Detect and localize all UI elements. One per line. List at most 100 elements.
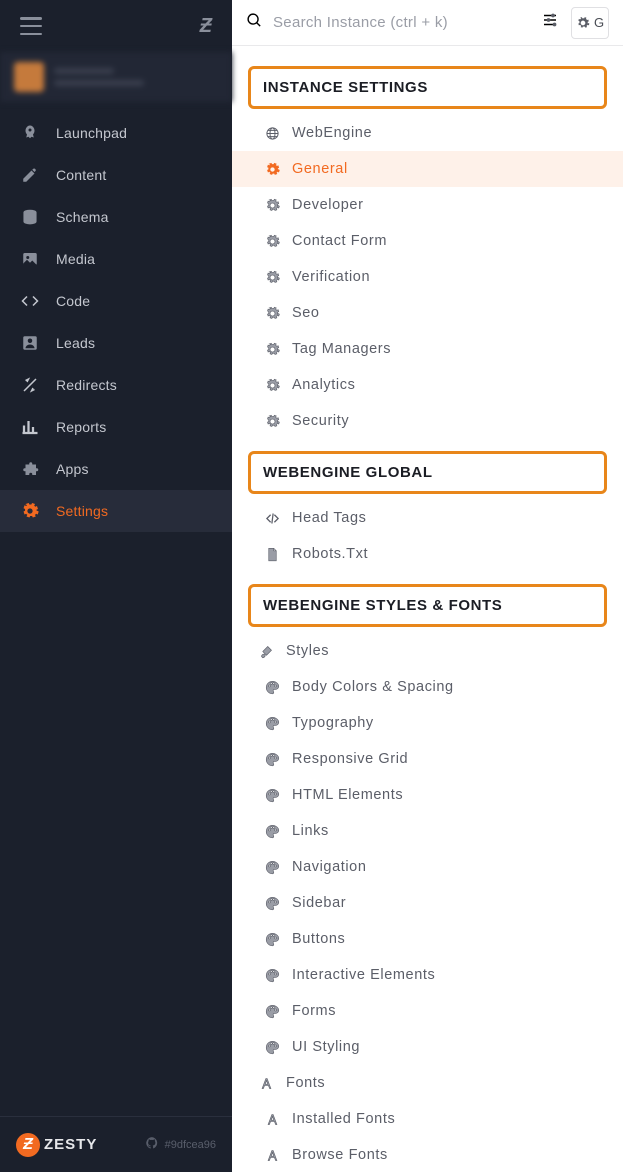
- menu-toggle-icon[interactable]: [20, 17, 42, 35]
- sidebar-item-reports[interactable]: Reports: [0, 406, 232, 448]
- profile-area[interactable]: [0, 52, 232, 102]
- sidebar-header: Ƶ: [0, 0, 232, 52]
- sidebar-item-leads[interactable]: Leads: [0, 322, 232, 364]
- section-title: INSTANCE SETTINGS: [263, 79, 428, 96]
- setting-item-label: Navigation: [292, 859, 367, 875]
- setting-item-label: Security: [292, 413, 349, 429]
- brush-icon: [258, 643, 274, 659]
- nav-label: Launchpad: [56, 125, 127, 141]
- puzzle-icon: [20, 459, 40, 479]
- sidebar-item-media[interactable]: Media: [0, 238, 232, 280]
- setting-item-navigation[interactable]: Navigation: [232, 849, 623, 885]
- rocket-icon: [20, 123, 40, 143]
- sidebar-item-redirects[interactable]: Redirects: [0, 364, 232, 406]
- setting-item-label: Developer: [292, 197, 364, 213]
- setting-item-label: Styles: [286, 643, 329, 659]
- palette-icon: [264, 715, 280, 731]
- globe-icon: [264, 125, 280, 141]
- sidebar-item-apps[interactable]: Apps: [0, 448, 232, 490]
- nav-items: Launchpad Content Schema Media Code Lead…: [0, 112, 232, 1116]
- settings-content: INSTANCE SETTINGS WebEngine General Develo…: [232, 46, 623, 1172]
- setting-item-links[interactable]: Links: [232, 813, 623, 849]
- brand[interactable]: Ƶ ZESTY: [16, 1133, 97, 1157]
- section-title: WEBENGINE GLOBAL: [263, 464, 433, 481]
- palette-icon: [264, 859, 280, 875]
- code-icon: [264, 510, 280, 526]
- settings-dropdown-button[interactable]: G: [571, 7, 609, 39]
- gear-icon: [264, 305, 280, 321]
- sidebar-item-code[interactable]: Code: [0, 280, 232, 322]
- sidebar-item-launchpad[interactable]: Launchpad: [0, 112, 232, 154]
- nav-label: Settings: [56, 503, 108, 519]
- palette-icon: [264, 1039, 280, 1055]
- setting-item-label: UI Styling: [292, 1039, 360, 1055]
- search-input[interactable]: [273, 14, 529, 31]
- setting-item-tag-managers[interactable]: Tag Managers: [232, 331, 623, 367]
- sidebar-item-schema[interactable]: Schema: [0, 196, 232, 238]
- palette-icon: [264, 895, 280, 911]
- nav-label: Code: [56, 293, 90, 309]
- setting-item-sidebar[interactable]: Sidebar: [232, 885, 623, 921]
- setting-item-installed-fonts[interactable]: Installed Fonts: [232, 1101, 623, 1137]
- commit-hash[interactable]: #9dfcea96: [145, 1136, 216, 1153]
- section-webengine-styles-fonts: WEBENGINE STYLES & FONTS: [248, 584, 607, 627]
- setting-item-forms[interactable]: Forms: [232, 993, 623, 1029]
- palette-icon: [264, 787, 280, 803]
- gear-icon: [264, 377, 280, 393]
- setting-item-developer[interactable]: Developer: [232, 187, 623, 223]
- commit-text: #9dfcea96: [165, 1139, 216, 1151]
- setting-item-interactive-elements[interactable]: Interactive Elements: [232, 957, 623, 993]
- main: G INSTANCE SETTINGS WebEngine General Deve…: [232, 0, 623, 1172]
- search-icon: [246, 12, 263, 34]
- gear-icon: [264, 269, 280, 285]
- setting-item-label: Responsive Grid: [292, 751, 408, 767]
- setting-item-label: General: [292, 161, 348, 177]
- search-wrap: [246, 12, 529, 34]
- setting-item-buttons[interactable]: Buttons: [232, 921, 623, 957]
- setting-item-analytics[interactable]: Analytics: [232, 367, 623, 403]
- sidebar-item-content[interactable]: Content: [0, 154, 232, 196]
- setting-item-body-colors-spacing[interactable]: Body Colors & Spacing: [232, 669, 623, 705]
- setting-item-label: Fonts: [286, 1075, 325, 1091]
- avatar: [14, 62, 44, 92]
- gear-icon: [264, 413, 280, 429]
- setting-item-html-elements[interactable]: HTML Elements: [232, 777, 623, 813]
- setting-item-ui-styling[interactable]: UI Styling: [232, 1029, 623, 1065]
- setting-item-responsive-grid[interactable]: Responsive Grid: [232, 741, 623, 777]
- setting-item-label: Seo: [292, 305, 320, 321]
- gear-icon: [264, 233, 280, 249]
- setting-item-styles[interactable]: Styles: [232, 633, 623, 669]
- setting-item-typography[interactable]: Typography: [232, 705, 623, 741]
- palette-icon: [264, 1003, 280, 1019]
- setting-item-general[interactable]: General: [232, 151, 623, 187]
- database-icon: [20, 207, 40, 227]
- setting-item-robots-txt[interactable]: Robots.Txt: [232, 536, 623, 572]
- setting-item-label: Buttons: [292, 931, 345, 947]
- setting-item-security[interactable]: Security: [232, 403, 623, 439]
- brand-text: ZESTY: [44, 1136, 97, 1153]
- setting-item-contact-form[interactable]: Contact Form: [232, 223, 623, 259]
- setting-item-head-tags[interactable]: Head Tags: [232, 500, 623, 536]
- nav-label: Reports: [56, 419, 106, 435]
- setting-item-webengine[interactable]: WebEngine: [232, 115, 623, 151]
- setting-item-label: Installed Fonts: [292, 1111, 395, 1127]
- nav-label: Apps: [56, 461, 89, 477]
- font-icon: [264, 1147, 280, 1163]
- sidebar-item-settings[interactable]: Settings: [0, 490, 232, 532]
- setting-item-label: Browse Fonts: [292, 1147, 388, 1163]
- palette-icon: [264, 931, 280, 947]
- nav-label: Redirects: [56, 377, 117, 393]
- sliders-icon[interactable]: [541, 11, 559, 34]
- setting-item-browse-fonts[interactable]: Browse Fonts: [232, 1137, 623, 1172]
- setting-item-label: Tag Managers: [292, 341, 391, 357]
- setting-item-label: Verification: [292, 269, 370, 285]
- setting-item-label: Head Tags: [292, 510, 366, 526]
- redirect-icon: [20, 375, 40, 395]
- setting-item-label: Body Colors & Spacing: [292, 679, 454, 695]
- setting-item-fonts[interactable]: Fonts: [232, 1065, 623, 1101]
- setting-item-verification[interactable]: Verification: [232, 259, 623, 295]
- setting-item-label: Analytics: [292, 377, 355, 393]
- setting-item-seo[interactable]: Seo: [232, 295, 623, 331]
- brand-icon: Ƶ: [16, 1133, 40, 1157]
- image-icon: [20, 249, 40, 269]
